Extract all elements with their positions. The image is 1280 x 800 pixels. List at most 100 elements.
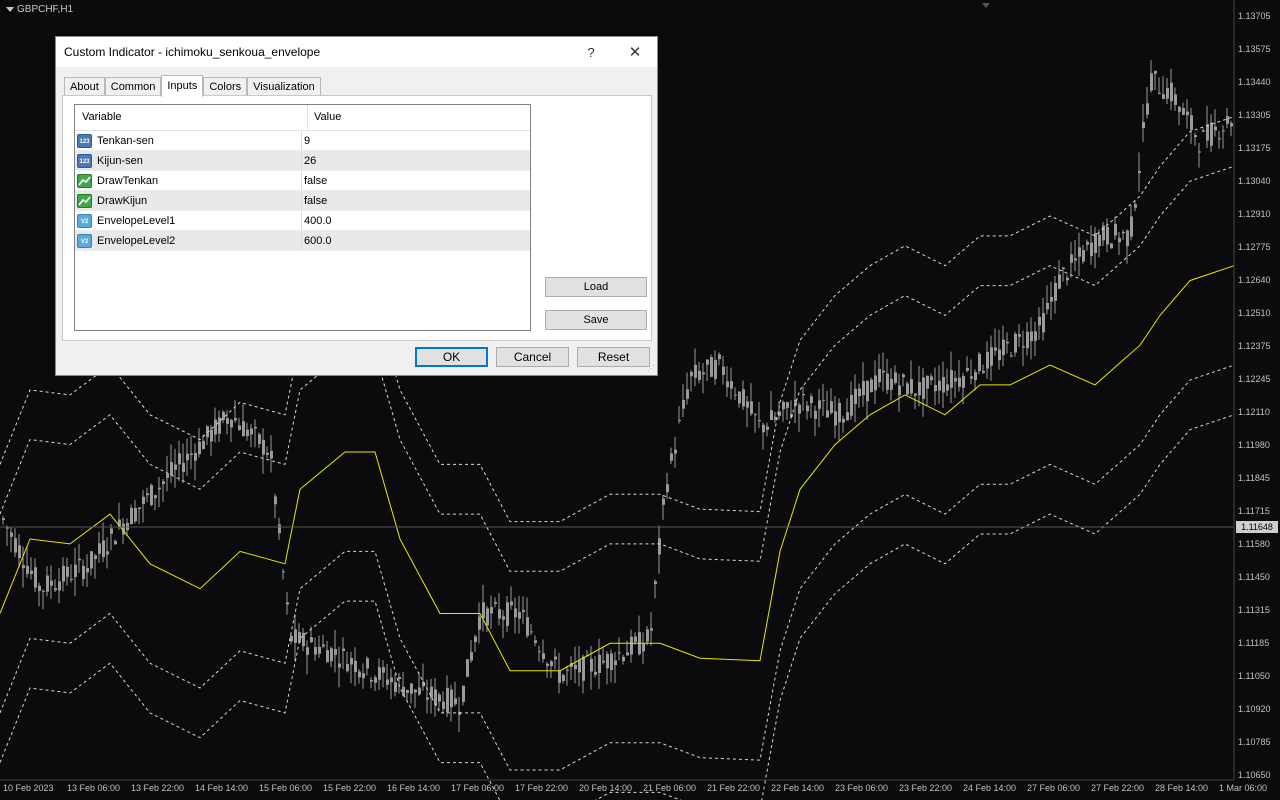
candle-body [782, 401, 785, 410]
candle-body [542, 653, 545, 660]
candle-body [938, 380, 941, 391]
resize-grip-icon[interactable]: ⋰ [647, 365, 655, 373]
candle-body [82, 565, 85, 580]
ok-button[interactable]: OK [415, 347, 488, 367]
table-row[interactable]: 123 Kijun-sen 26 [75, 151, 530, 171]
load-button[interactable]: Load [545, 277, 647, 297]
candle-body [558, 670, 561, 683]
candle-body [1154, 70, 1157, 74]
row-variable-cell: 123 Tenkan-sen [75, 131, 302, 150]
candle-body [822, 399, 825, 401]
candle-body [826, 410, 829, 418]
candle-body [646, 629, 649, 642]
scroll-marker-icon[interactable] [982, 3, 990, 8]
tab-common[interactable]: Common [104, 77, 162, 96]
inputs-grid: Variable Value 123 Tenkan-sen 9 123 Kijun-… [74, 104, 531, 331]
candle-body [246, 429, 249, 437]
candle-body [506, 602, 509, 626]
candle-body [750, 401, 753, 414]
candle-body [378, 667, 381, 680]
candle-body [1030, 331, 1033, 342]
candle-body [718, 354, 721, 360]
candle-body [1066, 277, 1069, 281]
candle-body [530, 631, 533, 633]
candle-body [874, 375, 877, 391]
symbol-label[interactable]: GBPCHF,H1 [6, 4, 73, 15]
candle-body [86, 567, 89, 573]
candle-body [690, 371, 693, 377]
time-tick-label: 23 Feb 22:00 [899, 783, 953, 793]
candle-body [150, 484, 153, 505]
candle-body [418, 687, 421, 695]
candle-body [310, 637, 313, 643]
tab-inputs[interactable]: Inputs [161, 75, 204, 97]
candle-body [1026, 331, 1029, 349]
candle-body [730, 381, 733, 389]
column-header-value[interactable]: Value [308, 105, 530, 130]
time-tick-label: 20 Feb 14:00 [579, 783, 633, 793]
price-axis[interactable]: 1.13705 1.13575 1.13440 1.13305 1.13175 1.130… [1234, 0, 1280, 780]
price-tick-label: 1.10650 [1238, 770, 1271, 780]
candle-body [654, 581, 657, 584]
table-row[interactable]: DrawTenkan false [75, 171, 530, 191]
candle-body [738, 391, 741, 404]
candle-body [878, 368, 881, 383]
row-value[interactable]: false [302, 171, 530, 190]
table-row[interactable]: V2 EnvelopeLevel2 600.0 [75, 231, 530, 251]
candle-body [414, 689, 417, 693]
candle-body [382, 667, 385, 673]
reset-button[interactable]: Reset [577, 347, 650, 367]
table-row[interactable]: DrawKijun false [75, 191, 530, 211]
candle-body [238, 425, 241, 431]
price-tick-label: 1.11845 [1238, 473, 1270, 483]
dialog-title-bar[interactable]: Custom Indicator - ichimoku_senkoua_enve… [56, 37, 657, 67]
candle-body [1210, 122, 1213, 146]
price-tick-label: 1.10785 [1238, 737, 1271, 747]
candle-body [454, 698, 457, 705]
candle-body [190, 453, 193, 455]
close-icon[interactable]: ✕ [613, 43, 657, 61]
tab-about[interactable]: About [64, 77, 105, 96]
candle-body [538, 651, 541, 653]
help-button[interactable]: ? [569, 45, 613, 60]
tab-visualization[interactable]: Visualization [247, 77, 321, 96]
cancel-button[interactable]: Cancel [496, 347, 569, 367]
candle-body [386, 679, 389, 685]
price-tick-label: 1.12510 [1238, 308, 1271, 318]
candle-body [94, 555, 97, 560]
price-tick-label: 1.11980 [1238, 440, 1270, 450]
envelope-line [0, 364, 1235, 771]
candle-body [34, 567, 37, 588]
candle-body [134, 507, 137, 522]
row-value[interactable]: 400.0 [302, 211, 530, 230]
row-value[interactable]: 600.0 [302, 231, 530, 250]
time-tick-label: 13 Feb 22:00 [131, 783, 185, 793]
candle-body [898, 385, 901, 396]
row-value[interactable]: 9 [302, 131, 530, 150]
row-value[interactable]: false [302, 191, 530, 210]
row-value[interactable]: 26 [302, 151, 530, 170]
save-button[interactable]: Save [545, 310, 647, 330]
candle-body [390, 677, 393, 683]
column-header-variable[interactable]: Variable [75, 105, 308, 130]
integer-param-icon: 123 [77, 153, 92, 168]
candle-body [582, 656, 585, 681]
candle-body [1074, 258, 1077, 261]
time-axis[interactable]: 10 Feb 2023 13 Feb 06:00 13 Feb 22:00 14 Fe… [0, 780, 1267, 800]
candle-body [1086, 241, 1089, 245]
row-variable-cell: V2 EnvelopeLevel1 [75, 211, 302, 230]
candle-body [210, 429, 213, 442]
candle-body [354, 660, 357, 673]
row-variable: EnvelopeLevel2 [97, 234, 176, 247]
candle-body [510, 601, 513, 606]
symbol-text: GBPCHF,H1 [17, 4, 74, 15]
candle-body [770, 410, 773, 421]
candle-body [162, 481, 165, 484]
candle-body [734, 394, 737, 396]
time-tick-label: 17 Feb 22:00 [515, 783, 569, 793]
table-row[interactable]: V2 EnvelopeLevel1 400.0 [75, 211, 530, 231]
table-row[interactable]: 123 Tenkan-sen 9 [75, 131, 530, 151]
candle-body [110, 528, 113, 534]
tab-colors[interactable]: Colors [203, 77, 248, 96]
candle-body [274, 496, 277, 505]
